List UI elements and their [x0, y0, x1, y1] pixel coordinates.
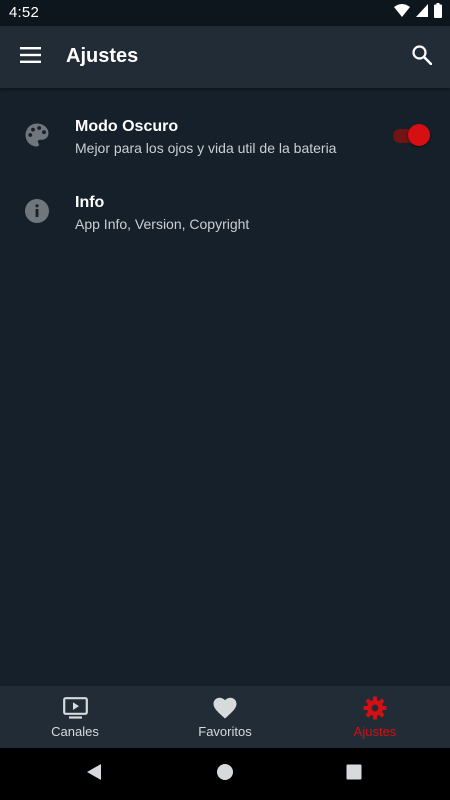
nav-item-ajustes[interactable]: Ajustes	[300, 686, 450, 748]
home-button[interactable]	[213, 762, 237, 786]
dark-mode-toggle[interactable]	[393, 124, 430, 146]
gear-icon	[362, 696, 388, 720]
setting-title: Info	[75, 194, 105, 211]
back-icon	[85, 763, 103, 786]
wifi-icon	[394, 4, 410, 22]
home-icon	[216, 763, 234, 786]
recents-button[interactable]	[342, 762, 366, 786]
hamburger-menu-icon	[20, 46, 42, 68]
toggle-thumb	[408, 124, 430, 146]
status-bar: 4:52	[0, 0, 450, 26]
nav-item-favoritos[interactable]: Favoritos	[150, 686, 300, 748]
status-time: 4:52	[9, 4, 39, 21]
status-icons	[394, 3, 442, 23]
info-icon	[24, 198, 50, 224]
nav-label: Ajustes	[353, 724, 397, 739]
nav-label: Canales	[51, 724, 99, 739]
palette-icon	[24, 122, 50, 148]
nav-item-canales[interactable]: Canales	[0, 686, 150, 748]
battery-icon	[434, 3, 442, 23]
bottom-nav: Canales Favoritos Ajustes	[0, 686, 450, 748]
recents-icon	[346, 764, 362, 785]
settings-list: Modo Oscuro Mejor para los ojos y vida u…	[0, 96, 450, 248]
setting-title: Modo Oscuro	[75, 118, 179, 135]
cell-signal-icon	[416, 4, 428, 22]
system-nav-bar	[0, 748, 450, 800]
menu-button[interactable]	[12, 38, 50, 76]
setting-subtitle: App Info, Version, Copyright	[75, 216, 250, 232]
screen: 4:52 Ajustes Modo Oscuro Mejor para los …	[0, 0, 450, 800]
page-title: Ajustes	[66, 45, 139, 67]
setting-info[interactable]: Info App Info, Version, Copyright	[0, 172, 450, 248]
setting-subtitle: Mejor para los ojos y vida util de la ba…	[75, 140, 337, 156]
nav-label: Favoritos	[198, 724, 252, 739]
setting-dark-mode[interactable]: Modo Oscuro Mejor para los ojos y vida u…	[0, 96, 450, 172]
search-button[interactable]	[403, 38, 441, 76]
tv-icon	[62, 696, 88, 720]
search-icon	[412, 44, 433, 70]
heart-icon	[212, 696, 238, 720]
back-button[interactable]	[82, 762, 106, 786]
app-bar: Ajustes	[0, 26, 450, 88]
